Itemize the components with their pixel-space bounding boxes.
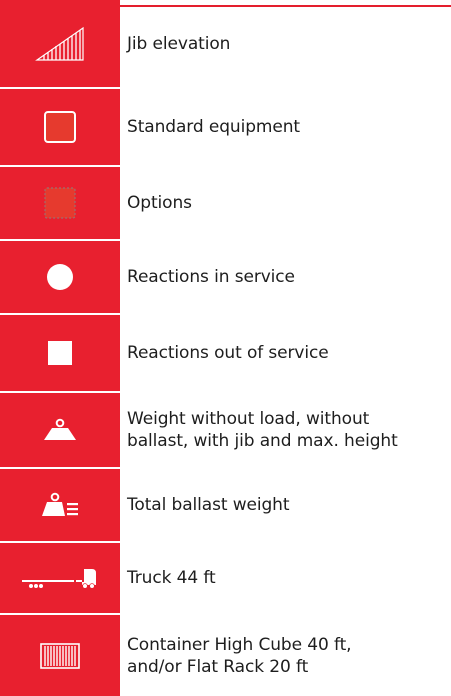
icon-cell [0,469,120,541]
legend-row-options: Options [0,167,451,239]
icon-cell [0,615,120,696]
legend-label: Options [127,193,192,213]
icon-cell [0,241,120,313]
legend-label: Truck 44 ft [127,568,216,588]
legend-row-ballast-weight: Total ballast weight [0,469,451,541]
jib-elevation-icon [35,26,85,62]
legend-row-reactions-in-service: Reactions in service [0,241,451,313]
legend-row-truck: Truck 44 ft [0,543,451,613]
legend-page: Jib elevation Standard equipment Options [0,0,451,696]
container-icon [40,642,80,669]
legend-row-container: Container High Cube 40 ft, and/or Flat R… [0,615,451,696]
legend-row-weight: Weight without load, without ballast, wi… [0,393,451,467]
legend-label: Weight without load, without ballast, wi… [127,409,398,451]
truck-icon [20,563,100,593]
legend-label: Jib elevation [127,33,231,54]
standard-equipment-icon [43,110,77,144]
options-icon [43,186,77,220]
legend-row-reactions-out-of-service: Reactions out of service [0,315,451,391]
legend-row-jib-elevation: Jib elevation [0,0,451,87]
weight-icon [43,418,77,442]
legend-label: Container High Cube 40 ft, and/or Flat R… [127,634,352,677]
legend-label: Standard equipment [127,117,300,137]
reactions-in-service-icon [45,262,75,292]
legend-label: Total ballast weight [127,495,290,515]
icon-cell [0,167,120,239]
icon-cell [0,543,120,613]
reactions-out-of-service-icon [47,340,73,366]
icon-cell [0,393,120,467]
legend-label: Reactions out of service [127,343,329,363]
legend-label: Reactions in service [127,267,295,287]
legend-row-standard-equipment: Standard equipment [0,89,451,165]
icon-cell [0,315,120,391]
ballast-weight-icon [40,492,80,518]
icon-cell [0,0,120,87]
icon-cell [0,89,120,165]
